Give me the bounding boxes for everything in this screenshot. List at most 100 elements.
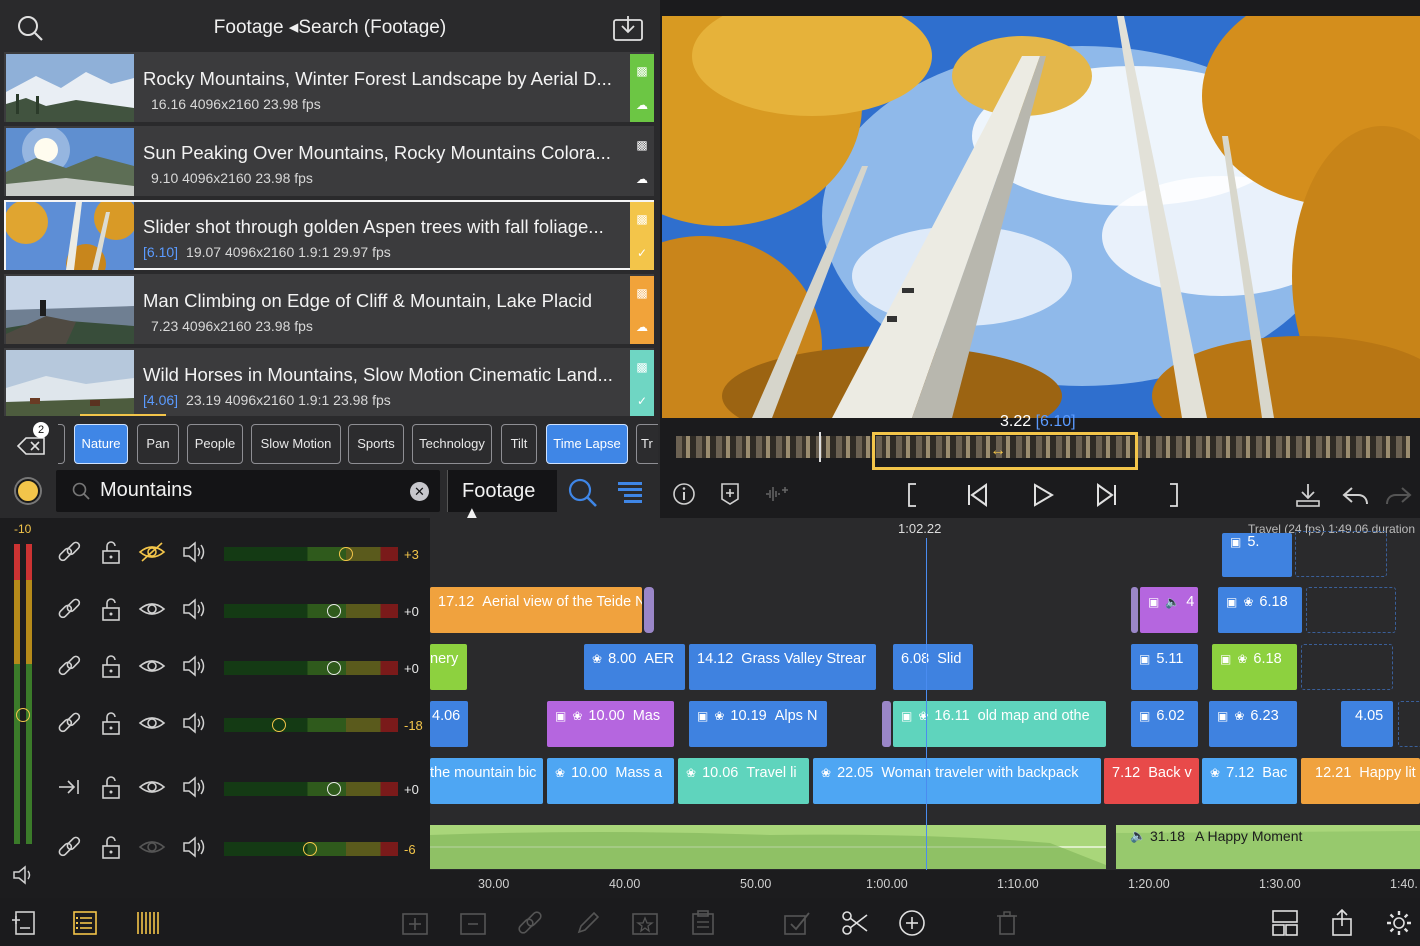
eye-icon[interactable]	[138, 710, 166, 736]
scissors-icon[interactable]	[840, 908, 870, 938]
clip-row[interactable]: Rocky Mountains, Winter Forest Landscape…	[4, 52, 654, 122]
volume-knob[interactable]	[303, 842, 317, 856]
timeline-clip[interactable]: ▣ ❀ 16.11 old map and othe	[893, 701, 1106, 747]
clear-search-icon[interactable]: ✕	[410, 482, 429, 501]
timeline-clip[interactable]: ▣ 5.	[1222, 533, 1292, 577]
trash-icon[interactable]	[992, 908, 1022, 938]
timeline-clip[interactable]: ▣ ❀ 10.00 Mas	[547, 701, 674, 747]
pencil-icon[interactable]	[573, 908, 603, 938]
clip-row[interactable]: Sun Peaking Over Mountains, Rocky Mounta…	[4, 126, 654, 196]
eye-icon[interactable]	[138, 596, 166, 622]
tag-partial[interactable]	[58, 424, 65, 464]
empty-clip-slot[interactable]	[1301, 644, 1393, 690]
lock-icon[interactable]	[98, 596, 124, 622]
undo-icon[interactable]	[1340, 484, 1370, 508]
timeline-clip[interactable]: ▣ ❀ 6.18	[1218, 587, 1302, 633]
timeline-clip[interactable]: nery	[430, 644, 467, 690]
timeline-clip[interactable]: ❀ 8.00 AER	[584, 644, 685, 690]
mark-out-icon[interactable]	[1168, 482, 1180, 508]
speaker-icon[interactable]	[182, 539, 208, 565]
link-icon[interactable]	[56, 653, 82, 679]
lock-icon[interactable]	[98, 653, 124, 679]
link-icon[interactable]	[56, 539, 82, 565]
volume-knob[interactable]	[339, 547, 353, 561]
search-input[interactable]: Mountains	[100, 479, 192, 502]
search-scope-button[interactable]: Footage ▲	[447, 470, 557, 525]
clip-row-selected[interactable]: Slider shot through golden Aspen trees w…	[4, 200, 654, 270]
speaker-icon[interactable]	[182, 774, 208, 800]
speaker-icon[interactable]	[182, 834, 208, 860]
timeline-clip[interactable]: ▣ 6.02	[1131, 701, 1198, 747]
redo-icon[interactable]	[1384, 484, 1414, 508]
eye-hidden-icon[interactable]	[138, 539, 166, 565]
clip-row[interactable]: Wild Horses in Mountains, Slow Motion Ci…	[4, 348, 654, 418]
eye-icon[interactable]	[138, 774, 166, 800]
speaker-icon[interactable]	[182, 596, 208, 622]
timeline-clip[interactable]: the mountain bic	[430, 758, 543, 804]
audio-clip[interactable]: 🔈 31.18 A Happy Moment	[1116, 825, 1420, 869]
timeline-clip[interactable]: ❀ 10.06 Travel li	[678, 758, 809, 804]
timeline-clip[interactable]: ▣ ❀ 10.19 Alps N	[689, 701, 827, 747]
timeline-clip[interactable]: 6.08 Slid	[893, 644, 973, 690]
empty-clip-slot[interactable]	[1398, 701, 1420, 747]
tag-sports[interactable]: Sports	[348, 424, 404, 464]
insert-clip-icon[interactable]	[1294, 482, 1322, 508]
lock-icon[interactable]	[98, 834, 124, 860]
eye-icon[interactable]	[138, 653, 166, 679]
empty-clip-slot[interactable]	[1295, 531, 1387, 577]
timeline-playhead[interactable]	[926, 538, 927, 898]
tag-technology[interactable]: Technology	[412, 424, 492, 464]
list-view-icon[interactable]	[70, 908, 100, 938]
tag-travel[interactable]: Tr	[636, 424, 658, 464]
timeline-clip[interactable]: ▣ ❀ 6.18	[1212, 644, 1297, 690]
volume-slider[interactable]	[224, 718, 398, 732]
volume-slider[interactable]	[224, 547, 398, 561]
search-icon[interactable]	[568, 478, 598, 508]
add-marker-icon[interactable]	[720, 482, 740, 506]
list-filter-icon[interactable]	[616, 478, 644, 506]
tag-nature[interactable]: Nature	[74, 424, 128, 464]
timeline-clip[interactable]: ❀ 7.12 Bac	[1202, 758, 1297, 804]
lock-icon[interactable]	[98, 774, 124, 800]
timeline-clip[interactable]: ▣ ❀ 6.23	[1209, 701, 1297, 747]
eye-disabled-icon[interactable]	[138, 834, 166, 860]
info-icon[interactable]	[672, 482, 696, 506]
import-icon[interactable]	[612, 14, 644, 42]
skip-back-icon[interactable]	[966, 482, 988, 508]
volume-slider[interactable]	[224, 782, 398, 796]
timeline-clip[interactable]: 4.05	[1341, 701, 1393, 747]
record-button[interactable]	[16, 479, 40, 503]
link-icon[interactable]	[56, 596, 82, 622]
tag-time-lapse[interactable]: Time Lapse	[546, 424, 628, 464]
tag-pan[interactable]: Pan	[137, 424, 179, 464]
play-icon[interactable]	[1032, 482, 1054, 508]
tag-tilt[interactable]: Tilt	[501, 424, 537, 464]
timeline-clip[interactable]: ❀ 22.05 Woman traveler with backpack	[813, 758, 1101, 804]
timeline-clip[interactable]: 4.06	[430, 701, 468, 747]
tag-slow-motion[interactable]: Slow Motion	[251, 424, 341, 464]
add-transition-icon[interactable]	[458, 908, 488, 938]
volume-slider[interactable]	[224, 604, 398, 618]
clip-row[interactable]: Man Climbing on Edge of Cliff & Mountain…	[4, 274, 654, 344]
empty-clip-slot[interactable]	[1306, 587, 1396, 633]
lock-icon[interactable]	[98, 539, 124, 565]
video-preview[interactable]	[662, 16, 1420, 418]
link-icon[interactable]	[56, 710, 82, 736]
project-list-icon[interactable]	[10, 908, 40, 938]
link-icon[interactable]	[56, 834, 82, 860]
link-icon[interactable]	[515, 908, 545, 938]
timeline-clip[interactable]: 7.12 Back v	[1104, 758, 1199, 804]
arrow-to-line-icon[interactable]	[56, 774, 82, 800]
transition-handle[interactable]	[882, 701, 891, 747]
share-icon[interactable]	[1327, 908, 1357, 938]
skip-forward-icon[interactable]	[1096, 482, 1118, 508]
gear-icon[interactable]	[1384, 908, 1414, 938]
library-title[interactable]: Footage ◂Search (Footage)	[0, 16, 660, 39]
timeline-clip[interactable]: 14.12 Grass Valley Strear	[689, 644, 876, 690]
search-field[interactable]: Mountains ✕	[56, 470, 440, 512]
scrubber-playhead[interactable]	[819, 432, 821, 462]
volume-knob[interactable]	[327, 661, 341, 675]
timeline-clip[interactable]: 17.12 Aerial view of the Teide N	[430, 587, 642, 633]
volume-slider[interactable]	[224, 661, 398, 675]
transition-handle[interactable]	[1131, 587, 1138, 633]
